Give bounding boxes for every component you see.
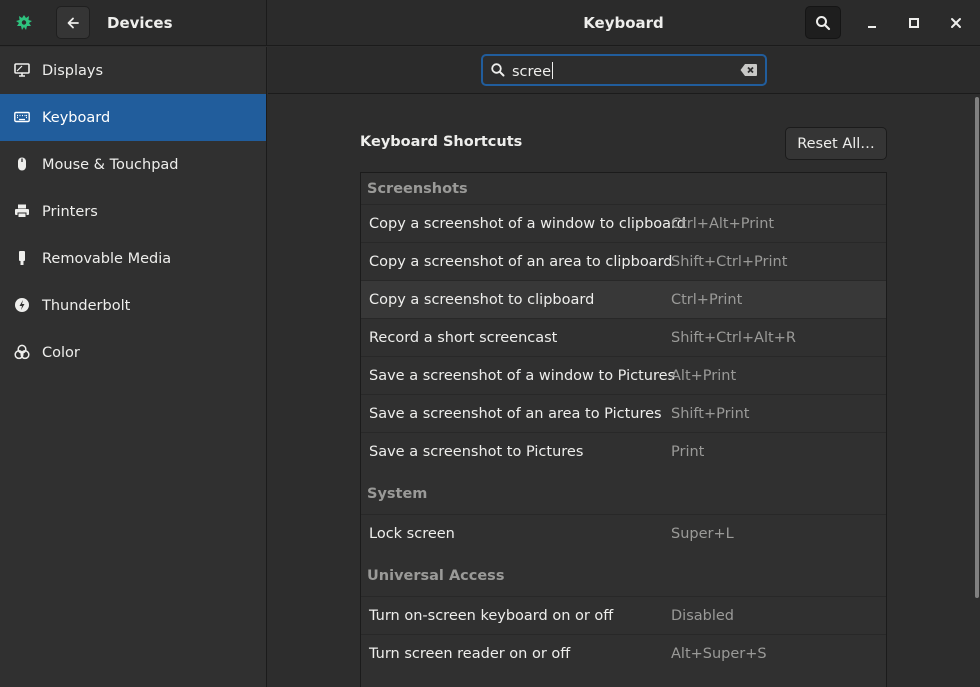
shortcuts-scroll-area[interactable]: Keyboard Shortcuts Reset All… Screenshot… [268,95,980,687]
sidebar-item-label: Printers [42,203,98,220]
shortcut-description: Save a screenshot to Pictures [369,443,584,460]
shortcut-description: Copy a screenshot of a window to clipboa… [369,215,686,232]
search-toggle-button[interactable] [805,6,841,39]
shortcut-row[interactable]: Save a screenshot to Pictures Print [361,432,886,470]
shortcut-row[interactable]: Record a short screencast Shift+Ctrl+Alt+… [361,318,886,356]
clear-search-icon[interactable] [740,63,758,77]
shortcut-accelerator: Ctrl+Print [671,291,743,308]
vertical-scrollbar[interactable] [975,97,979,598]
panel-title: Devices [107,14,173,32]
shortcut-row[interactable]: Lock screen Super+L [361,514,886,552]
settings-window: Devices Keyboard Displays Keyboard Mouse… [0,0,980,687]
shortcut-description: Turn on-screen keyboard on or off [369,607,614,624]
sidebar-item-thunderbolt[interactable]: Thunderbolt [0,282,266,329]
shortcut-row[interactable]: Copy a screenshot of a window to clipboa… [361,204,886,242]
search-input[interactable]: scree [481,54,767,86]
shortcut-description: Lock screen [369,525,455,542]
settings-app-icon [16,15,32,30]
thunderbolt-icon [14,297,30,313]
shortcut-accelerator: Alt+Print [671,367,737,384]
minimize-icon [868,26,876,28]
maximize-icon [909,18,919,28]
sidebar-item-keyboard[interactable]: Keyboard [0,94,266,141]
search-bar: scree [268,47,980,94]
shortcuts-list: Screenshots Copy a screenshot of a windo… [360,172,887,687]
shortcut-accelerator: Alt+Super+S [671,645,767,662]
shortcut-description: Save a screenshot of a window to Picture… [369,367,676,384]
content-pane: scree Keyboard Shortcuts Reset All… Scre… [268,47,980,687]
search-icon [491,63,505,77]
close-button[interactable] [944,11,968,35]
sidebar-item-label: Color [42,344,80,361]
usb-drive-icon [14,250,30,266]
group-header-screenshots: Screenshots [367,181,468,197]
close-icon [951,18,961,28]
sidebar-item-color[interactable]: Color [0,329,266,376]
mouse-icon [14,156,30,172]
shortcut-description: Save a screenshot of an area to Pictures [369,405,662,422]
sidebar: Displays Keyboard Mouse & Touchpad Print… [0,47,267,687]
shortcuts-section-title: Keyboard Shortcuts [360,134,523,150]
sidebar-item-label: Mouse & Touchpad [42,156,179,173]
sidebar-item-removable-media[interactable]: Removable Media [0,235,266,282]
search-input-value: scree [512,64,552,80]
color-icon [14,344,30,360]
shortcut-row[interactable]: Save a screenshot of a window to Picture… [361,356,886,394]
group-header-system: System [367,486,428,502]
shortcut-accelerator: Disabled [671,607,734,624]
arrow-left-icon [67,17,79,28]
shortcut-accelerator: Super+L [671,525,734,542]
header-sidebar-section: Devices [0,0,267,46]
sidebar-item-label: Removable Media [42,250,172,267]
shortcut-accelerator: Shift+Ctrl+Alt+R [671,329,796,346]
shortcut-description: Copy a screenshot of an area to clipboar… [369,253,673,270]
shortcut-accelerator: Print [671,443,705,460]
display-icon [14,62,30,78]
shortcut-row[interactable]: Copy a screenshot of an area to clipboar… [361,242,886,280]
sidebar-item-label: Displays [42,62,104,79]
shortcut-row[interactable]: Turn screen reader on or off Alt+Super+S [361,634,886,672]
reset-all-button[interactable]: Reset All… [785,127,887,160]
sidebar-item-label: Keyboard [42,109,111,126]
shortcut-description: Record a short screencast [369,329,558,346]
keyboard-icon [14,109,30,125]
group-header-universal-access: Universal Access [367,568,505,584]
text-caret [552,62,554,79]
sidebar-item-label: Thunderbolt [42,297,131,314]
search-icon [816,15,831,30]
shortcut-accelerator: Shift+Print [671,405,750,422]
sidebar-item-mouse-touchpad[interactable]: Mouse & Touchpad [0,141,266,188]
shortcut-row[interactable]: Save a screenshot of an area to Pictures… [361,394,886,432]
sidebar-item-displays[interactable]: Displays [0,47,266,94]
sidebar-item-printers[interactable]: Printers [0,188,266,235]
minimize-button[interactable] [860,11,884,35]
maximize-button[interactable] [902,11,926,35]
printer-icon [14,203,30,219]
shortcut-accelerator: Ctrl+Alt+Print [671,215,775,232]
shortcut-row[interactable]: Turn on-screen keyboard on or off Disable… [361,596,886,634]
shortcut-description: Copy a screenshot to clipboard [369,291,595,308]
header-bar: Devices Keyboard [0,0,980,46]
shortcut-description: Turn screen reader on or off [369,645,571,662]
back-button[interactable] [56,6,90,39]
shortcut-accelerator: Shift+Ctrl+Print [671,253,788,270]
shortcut-row[interactable]: Copy a screenshot to clipboard Ctrl+Print [361,280,886,318]
